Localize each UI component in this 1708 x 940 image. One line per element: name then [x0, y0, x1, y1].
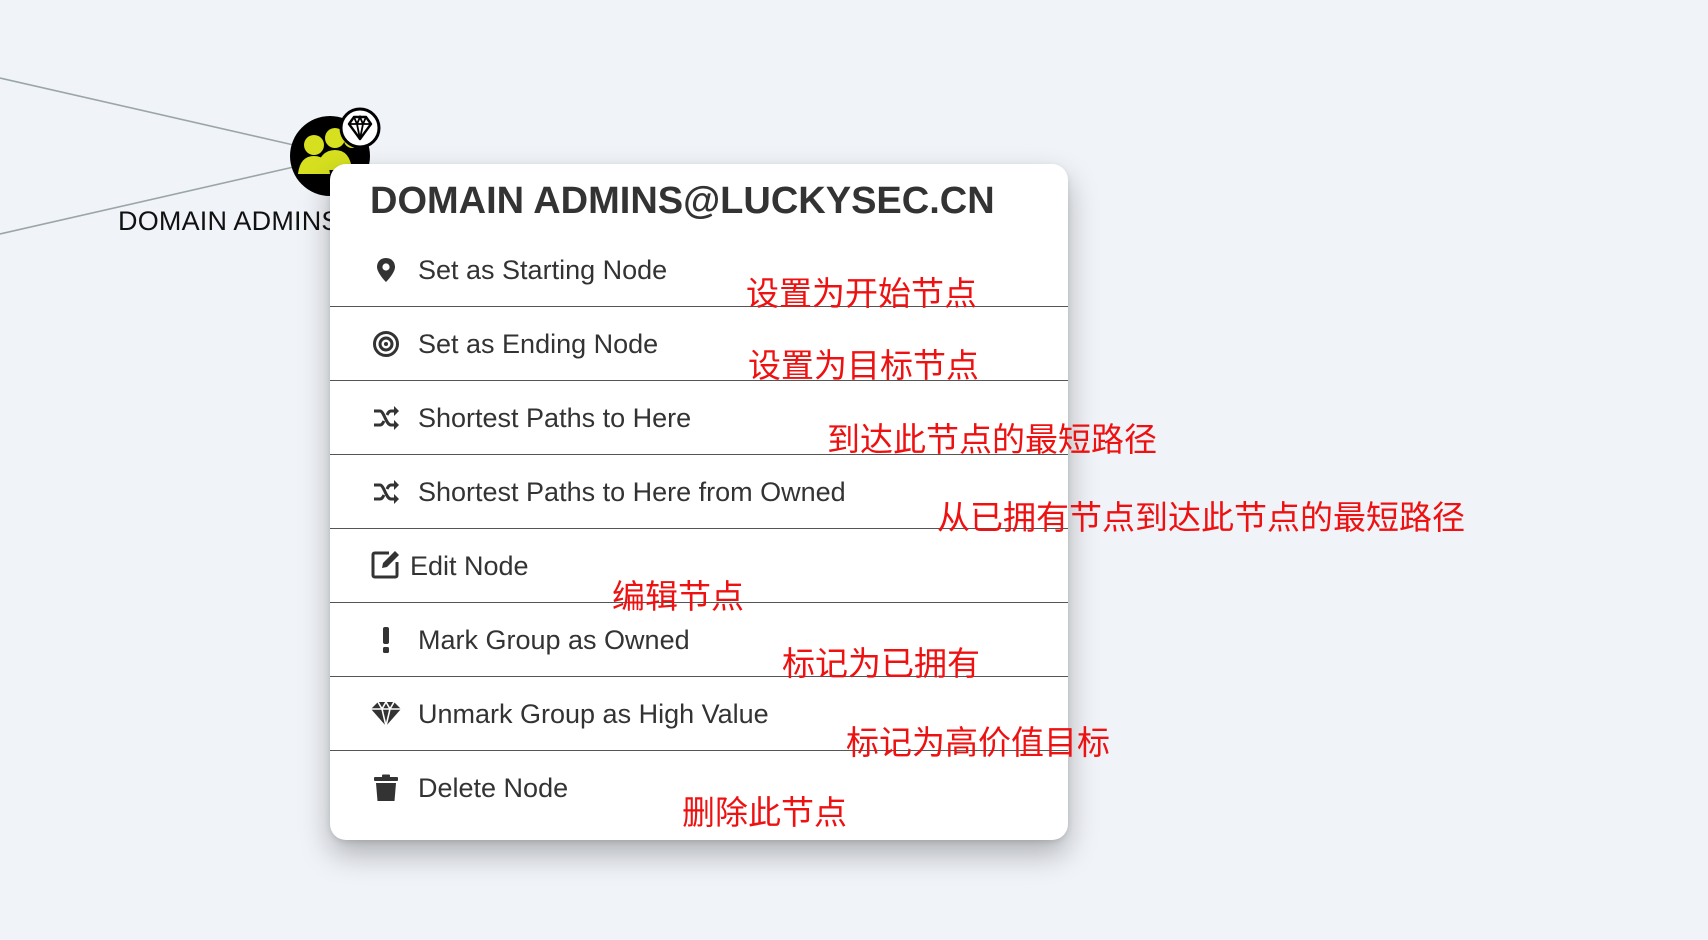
menu-item-label: Shortest Paths to Here: [418, 403, 692, 433]
random-icon: [374, 406, 399, 430]
annotation-delete-node: 删除此节点: [682, 793, 847, 832]
trash-icon: [374, 774, 398, 801]
menu-item-label: Set as Starting Node: [418, 255, 668, 285]
menu-item-label: Mark Group as Owned: [418, 625, 690, 655]
random-icon: [374, 480, 399, 504]
exclamation-icon: [383, 627, 389, 653]
annotation-unmark-high-value: 标记为高价值目标: [846, 723, 1110, 762]
edit-icon: [371, 551, 399, 579]
diamond-icon: [339, 107, 381, 149]
menu-item-label: Set as Ending Node: [418, 329, 659, 359]
graph-edge: [0, 77, 299, 147]
annotation-set-starting-node: 设置为开始节点: [746, 274, 977, 313]
menu-item-label: Edit Node: [410, 551, 529, 581]
menu-item-label: Unmark Group as High Value: [418, 699, 769, 729]
menu-title: DOMAIN ADMINS@LUCKYSEC.CN: [370, 180, 995, 222]
gem-icon: [371, 700, 401, 727]
menu-item-label: Shortest Paths to Here from Owned: [418, 477, 846, 507]
bullseye-icon: [373, 331, 399, 357]
annotation-shortest-paths-owned: 从已拥有节点到达此节点的最短路径: [937, 498, 1465, 537]
map-marker-icon: [377, 258, 395, 282]
annotation-shortest-paths: 到达此节点的最短路径: [827, 420, 1157, 459]
menu-item-label: Delete Node: [418, 773, 569, 803]
annotation-edit-node: 编辑节点: [612, 577, 744, 616]
annotation-mark-owned: 标记为已拥有: [782, 644, 980, 683]
annotation-set-ending-node: 设置为目标节点: [748, 346, 979, 385]
